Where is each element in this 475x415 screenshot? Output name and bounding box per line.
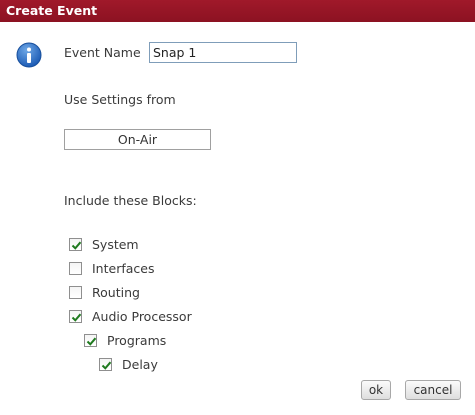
block-checkbox[interactable] — [99, 357, 112, 371]
block-checkbox[interactable] — [69, 285, 82, 299]
block-checkbox[interactable] — [69, 237, 82, 251]
block-checkbox[interactable] — [84, 333, 97, 347]
checkmark-icon — [101, 361, 112, 370]
block-row[interactable]: Programs — [84, 332, 166, 348]
event-name-label: Event Name — [64, 45, 141, 60]
event-name-input[interactable] — [149, 42, 297, 63]
block-label: Audio Processor — [92, 308, 192, 324]
cancel-button[interactable]: cancel — [405, 380, 461, 400]
block-label: System — [92, 236, 139, 252]
block-row[interactable]: System — [69, 236, 139, 252]
checkmark-icon — [71, 241, 82, 250]
block-checkbox[interactable] — [69, 309, 82, 323]
block-row[interactable]: Audio Processor — [69, 308, 192, 324]
block-row[interactable]: Delay — [99, 356, 158, 372]
create-event-dialog: Create Event Event Name Use Settings fro… — [0, 0, 475, 415]
use-settings-label: Use Settings from — [64, 92, 176, 107]
block-row[interactable]: Routing — [69, 284, 140, 300]
info-icon — [16, 42, 42, 68]
block-label: Routing — [92, 284, 140, 300]
settings-source-select[interactable]: On-Air — [64, 129, 211, 150]
block-label: Delay — [122, 356, 158, 372]
checkmark-icon — [71, 313, 82, 322]
ok-button[interactable]: ok — [361, 380, 391, 400]
block-label: Programs — [107, 332, 167, 348]
include-blocks-label: Include these Blocks: — [64, 193, 197, 208]
block-checkbox[interactable] — [69, 261, 82, 275]
dialog-title: Create Event — [0, 0, 475, 22]
checkmark-icon — [86, 337, 97, 346]
block-row[interactable]: Interfaces — [69, 260, 154, 276]
block-label: Interfaces — [92, 260, 155, 276]
